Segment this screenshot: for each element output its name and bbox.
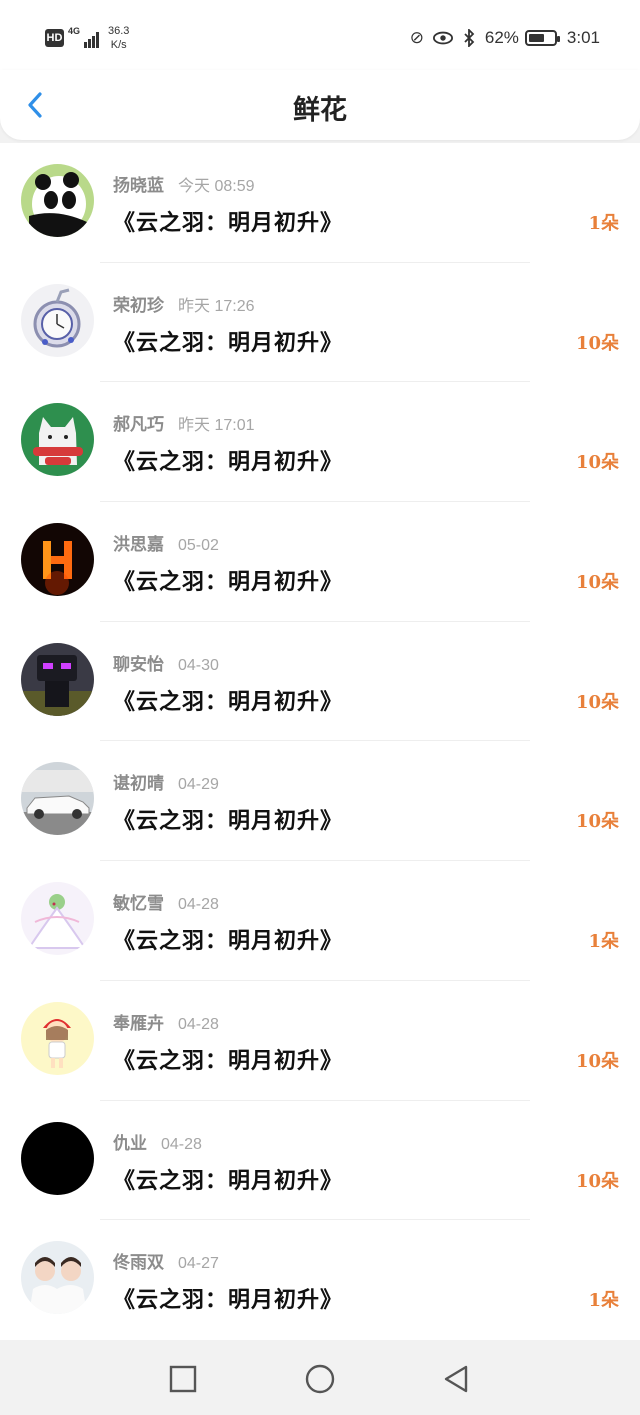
book-title: 《云之羽：明月初升》 — [113, 449, 344, 476]
book-title: 《云之羽：明月初升》 — [113, 928, 344, 955]
fairy-avatar[interactable] — [21, 882, 94, 956]
user-name: 仇业 — [113, 1133, 147, 1154]
item-time: 今天 08:59 — [178, 178, 255, 195]
book-title: 《云之羽：明月初升》 — [113, 1047, 344, 1074]
item-meta: 敏忆雪 04-28 — [113, 889, 219, 914]
user-name: 扬晓蓝 — [113, 176, 164, 196]
list-item[interactable]: 荣初珍 昨天 17:26 《云之羽：明月初升》 10朵 — [0, 263, 640, 383]
item-time: 05-02 — [178, 537, 219, 555]
status-bar: HD 4G 36.3 K/s ⊘ 62% 3:01 — [0, 0, 640, 80]
book-title: 《云之羽：明月初升》 — [113, 1167, 344, 1194]
cat-avatar[interactable] — [21, 403, 94, 477]
couple-avatar[interactable] — [21, 1241, 94, 1315]
item-time: 昨天 17:01 — [178, 417, 255, 435]
item-meta: 佟雨双 04-27 — [113, 1248, 219, 1273]
battery-percent: 62% — [484, 28, 519, 47]
dnd-icon: ⊘ — [409, 28, 424, 47]
flower-count: 10朵 — [575, 691, 619, 713]
user-name: 佟雨双 — [113, 1253, 164, 1274]
home-button[interactable] — [304, 1363, 336, 1395]
flower-count: 10朵 — [575, 1050, 619, 1072]
page-title: 鲜花 — [293, 95, 347, 126]
user-name: 荣初珍 — [113, 295, 164, 316]
book-title: 《云之羽：明月初升》 — [113, 329, 344, 356]
square-icon — [169, 1365, 197, 1393]
flower-count: 10朵 — [575, 452, 619, 474]
item-meta: 奉雁卉 04-28 — [113, 1009, 219, 1034]
book-title: 《云之羽：明月初升》 — [113, 569, 344, 596]
network-speed: 36.3 K/s — [108, 25, 130, 51]
car-avatar[interactable] — [21, 762, 94, 836]
circle-icon — [305, 1364, 335, 1394]
item-time: 04-28 — [178, 896, 219, 914]
item-meta: 洪思嘉 05-02 — [113, 530, 219, 555]
flower-count: 10朵 — [575, 811, 619, 833]
list-item[interactable]: 扬晓蓝 今天 08:59 《云之羽：明月初升》 1朵 — [0, 143, 640, 263]
book-title: 《云之羽：明月初升》 — [113, 1287, 344, 1314]
pocket-watch-avatar[interactable] — [21, 283, 94, 357]
list-item[interactable]: 仇业 04-28 《云之羽：明月初升》 10朵 — [0, 1101, 640, 1221]
item-meta: 仇业 04-28 — [113, 1129, 202, 1154]
list-item[interactable]: 敏忆雪 04-28 《云之羽：明月初升》 1朵 — [0, 861, 640, 981]
panda-avatar[interactable] — [21, 164, 94, 237]
book-title: 《云之羽：明月初升》 — [113, 688, 344, 715]
item-meta: 扬晓蓝 今天 08:59 — [113, 171, 255, 196]
item-time: 04-30 — [178, 656, 219, 674]
item-time: 04-28 — [161, 1135, 202, 1153]
flower-count: 1朵 — [588, 931, 619, 953]
clock: 3:01 — [566, 28, 600, 47]
list-item[interactable]: 谌初晴 04-29 《云之羽：明月初升》 10朵 — [0, 741, 640, 862]
item-meta: 谌初晴 04-29 — [113, 769, 219, 794]
list-item[interactable]: 郝凡巧 昨天 17:01 《云之羽：明月初升》 10朵 — [0, 382, 640, 503]
list-item[interactable]: 佟雨双 04-27 《云之羽：明月初升》 1朵 — [0, 1220, 640, 1340]
item-time: 04-28 — [178, 1015, 219, 1033]
user-name: 洪思嘉 — [113, 535, 164, 556]
flower-count: 10朵 — [575, 1170, 619, 1192]
eye-icon — [432, 28, 453, 48]
triangle-back-icon — [444, 1365, 468, 1393]
item-meta: 郝凡巧 昨天 17:01 — [113, 410, 255, 435]
fire-letter-avatar[interactable] — [21, 523, 94, 597]
list-item[interactable]: 奉雁卉 04-28 《云之羽：明月初升》 10朵 — [0, 981, 640, 1101]
black-avatar[interactable] — [21, 1121, 94, 1195]
navigation-bar — [0, 1343, 640, 1415]
list-item[interactable]: 聊安怡 04-30 《云之羽：明月初升》 10朵 — [0, 622, 640, 742]
user-name: 敏忆雪 — [113, 894, 164, 915]
robot-avatar[interactable] — [21, 642, 94, 716]
flower-count: 1朵 — [588, 213, 619, 234]
user-name: 聊安怡 — [113, 654, 164, 675]
item-meta: 聊安怡 04-30 — [113, 650, 219, 675]
item-time: 昨天 17:26 — [178, 297, 255, 315]
book-title: 《云之羽：明月初升》 — [113, 808, 344, 835]
flower-list: 扬晓蓝 今天 08:59 《云之羽：明月初升》 1朵 荣初珍 昨天 17:26 《云… — [0, 143, 640, 1340]
list-item[interactable]: 洪思嘉 05-02 《云之羽：明月初升》 10朵 — [0, 502, 640, 622]
flower-count: 10朵 — [575, 572, 619, 594]
item-time: 04-29 — [178, 776, 219, 794]
battery-icon — [524, 30, 560, 46]
header: 鲜花 — [0, 70, 640, 140]
item-meta: 荣初珍 昨天 17:26 — [113, 291, 255, 316]
user-name: 谌初晴 — [113, 774, 164, 795]
bluetooth-icon — [459, 28, 479, 48]
hd-badge: HD — [45, 29, 64, 47]
status-icons: ⊘ 62% 3:01 — [407, 26, 600, 50]
recents-button[interactable] — [167, 1363, 199, 1395]
item-time: 04-27 — [178, 1255, 219, 1273]
girl-cartoon-avatar[interactable] — [21, 1001, 94, 1075]
user-name: 郝凡巧 — [113, 415, 164, 436]
nav-back-button[interactable] — [440, 1363, 472, 1395]
user-name: 奉雁卉 — [113, 1013, 164, 1034]
signal-icon — [78, 28, 102, 48]
flower-count: 10朵 — [575, 332, 619, 354]
flower-count: 1朵 — [588, 1290, 619, 1312]
book-title: 《云之羽：明月初升》 — [113, 210, 344, 236]
